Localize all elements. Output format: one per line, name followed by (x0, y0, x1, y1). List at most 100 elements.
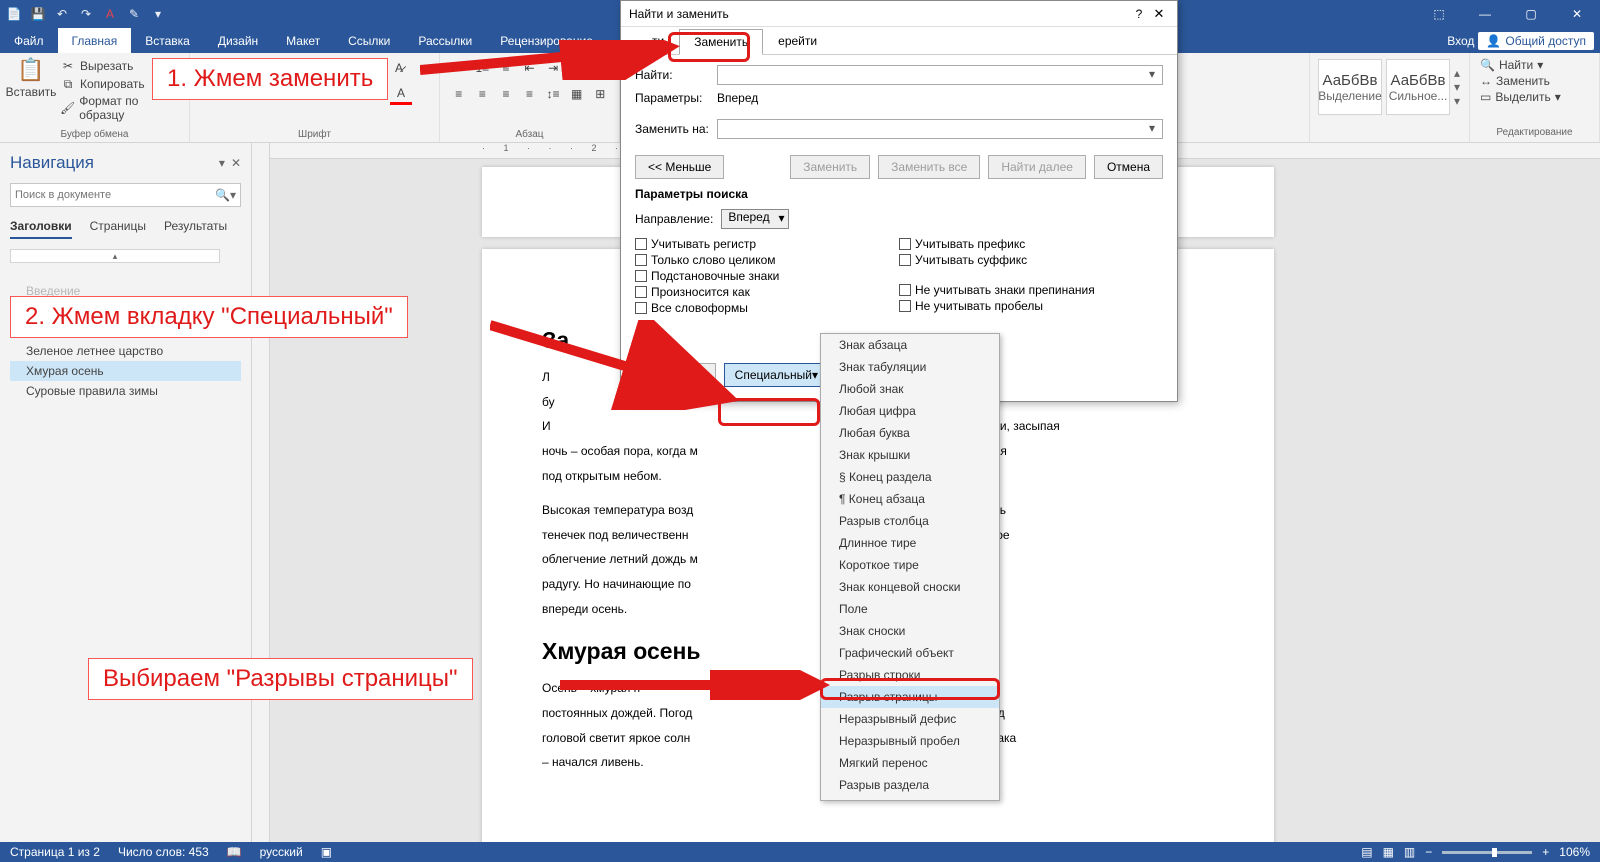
tab-references[interactable]: Ссылки (334, 28, 404, 53)
dd-item[interactable]: Любая буква (821, 422, 999, 444)
replace-one-button[interactable]: Заменить (790, 155, 870, 179)
opt-ignore-space[interactable]: Не учитывать пробелы (899, 299, 1163, 313)
maximize-icon[interactable]: ▢ (1508, 0, 1554, 28)
dd-item[interactable]: Разрыв столбца (821, 510, 999, 532)
tab-insert[interactable]: Вставка (131, 28, 204, 53)
indent-dec-icon[interactable]: ⇤ (519, 57, 541, 79)
ribbon-options-icon[interactable]: ⬚ (1416, 0, 1462, 28)
zoom-in-icon[interactable]: + (1542, 845, 1549, 859)
font-color-button-icon[interactable]: A (390, 83, 412, 105)
shrink-font-icon[interactable]: A▾ (340, 57, 362, 79)
special-button[interactable]: Специальный ▾ (724, 363, 829, 387)
tab-mailings[interactable]: Рассылки (404, 28, 486, 53)
dd-item[interactable]: Разрыв строки (821, 664, 999, 686)
format-painter-button[interactable]: 🖌Формат по образцу (58, 93, 181, 123)
save-icon[interactable]: 💾 (30, 6, 46, 22)
superscript-icon[interactable]: x² (318, 83, 340, 105)
nav-item[interactable]: Введение (10, 281, 241, 301)
dd-item[interactable]: Любой знак (821, 378, 999, 400)
replace-all-button[interactable]: Заменить все (878, 155, 980, 179)
cancel-button[interactable]: Отмена (1094, 155, 1163, 179)
opt-suffix[interactable]: Учитывать суффикс (899, 253, 1163, 267)
find-button[interactable]: 🔍Найти▾ (1478, 57, 1591, 73)
dd-item[interactable]: ¶ Конец абзаца (821, 488, 999, 510)
close-icon[interactable]: ✕ (1554, 0, 1600, 28)
tab-design[interactable]: Дизайн (204, 28, 272, 53)
minimize-icon[interactable]: — (1462, 0, 1508, 28)
status-page[interactable]: Страница 1 из 2 (10, 845, 100, 859)
change-case-icon[interactable]: Aa (364, 57, 386, 79)
search-icon[interactable]: 🔍 (215, 188, 230, 202)
replace-input[interactable] (717, 119, 1163, 139)
line-spacing-icon[interactable]: ↕≡ (542, 83, 564, 105)
dialog-tab-goto[interactable]: ерейти (763, 28, 832, 54)
nav-close-icon[interactable]: ✕ (231, 156, 241, 170)
tab-home[interactable]: Главная (58, 28, 132, 53)
nav-item[interactable]: Зеленое летнее царство (10, 341, 241, 361)
nav-search-input[interactable] (15, 189, 215, 201)
less-button[interactable]: << Меньше (635, 155, 724, 179)
nav-dropdown-icon[interactable]: ▾ (219, 156, 225, 170)
nav-item[interactable]: Весна (10, 301, 241, 321)
style-box-emphasis[interactable]: АаБбВвВыделение (1318, 59, 1382, 115)
replace-button[interactable]: ↔Заменить (1478, 73, 1591, 89)
undo-icon[interactable]: ↶ (54, 6, 70, 22)
strike-icon[interactable]: abc (270, 83, 292, 105)
opt-ignore-punct[interactable]: Не учитывать знаки препинания (899, 283, 1163, 297)
justify-icon[interactable]: ≡ (519, 83, 541, 105)
dd-item[interactable]: Любая цифра (821, 400, 999, 422)
select-button[interactable]: ▭Выделить▾ (1478, 89, 1591, 105)
qat-more-icon[interactable]: ▾ (150, 6, 166, 22)
dd-item[interactable]: Мягкий перенос (821, 752, 999, 774)
numbering-icon[interactable]: 1≡ (472, 57, 494, 79)
clear-format-icon[interactable]: A̷ (388, 57, 410, 79)
multilevel-icon[interactable]: ≡ (495, 57, 517, 79)
redo-icon[interactable]: ↷ (78, 6, 94, 22)
nav-tab-results[interactable]: Результаты (164, 219, 227, 239)
styles-up-icon[interactable]: ▴ (1454, 66, 1460, 80)
dd-item[interactable]: Поле (821, 598, 999, 620)
dd-item[interactable]: Короткое тире (821, 554, 999, 576)
font-family-select[interactable]: ▾ (198, 58, 278, 78)
zoom-out-icon[interactable]: − (1425, 845, 1432, 859)
dd-item[interactable]: Знак сноски (821, 620, 999, 642)
dd-item[interactable]: Знак абзаца (821, 334, 999, 356)
share-button[interactable]: 👤 Общий доступ (1478, 32, 1594, 50)
nav-tab-headings[interactable]: Заголовки (10, 219, 72, 239)
opt-match-case[interactable]: Учитывать регистр (635, 237, 899, 251)
grow-font-icon[interactable]: A▴ (316, 57, 338, 79)
view-web-icon[interactable]: ▥ (1404, 845, 1415, 859)
dd-item[interactable]: Пустое пространство (821, 796, 999, 801)
dialog-close-icon[interactable]: ✕ (1149, 6, 1169, 22)
dd-item[interactable]: § Конец раздела (821, 466, 999, 488)
font-size-select[interactable]: ▾ (280, 58, 314, 78)
style-box-strong[interactable]: АаБбВвСильное... (1386, 59, 1450, 115)
nav-item[interactable]: Суровые правила зимы (10, 381, 241, 401)
show-marks-icon[interactable]: ¶ (589, 57, 611, 79)
view-print-icon[interactable]: ▦ (1383, 845, 1394, 859)
italic-icon[interactable]: К (222, 83, 244, 105)
cut-button[interactable]: ✂Вырезать (58, 57, 181, 75)
format-button[interactable]: Формат ▾ (645, 363, 716, 387)
paste-button[interactable]: 📋 Вставить (8, 57, 54, 123)
shading-icon[interactable]: ▦ (566, 83, 588, 105)
indent-inc-icon[interactable]: ⇥ (542, 57, 564, 79)
underline-icon[interactable]: Ч (246, 83, 268, 105)
font-color-icon[interactable]: A (102, 6, 118, 22)
tab-review[interactable]: Рецензирование (486, 28, 607, 53)
find-next-button[interactable]: Найти далее (988, 155, 1086, 179)
opt-sounds-like[interactable]: Произносится как (635, 285, 899, 299)
nav-item[interactable]: Хмурая осень (10, 361, 241, 381)
dd-item[interactable]: Длинное тире (821, 532, 999, 554)
opt-wildcards[interactable]: Подстановочные знаки (635, 269, 899, 283)
view-read-icon[interactable]: ▤ (1361, 845, 1372, 859)
tab-layout[interactable]: Макет (272, 28, 334, 53)
text-effect-icon[interactable]: A (342, 83, 364, 105)
dialog-help-icon[interactable]: ? (1129, 7, 1149, 21)
status-language[interactable]: русский (260, 845, 303, 859)
opt-word-forms[interactable]: Все словоформы (635, 301, 899, 315)
nav-collapse-bar[interactable]: ▴ (10, 249, 220, 263)
login-link[interactable]: Вход (1447, 34, 1474, 48)
highlight-color-icon[interactable]: ✎ (366, 83, 388, 105)
styles-more-icon[interactable]: ▾ (1454, 94, 1460, 108)
